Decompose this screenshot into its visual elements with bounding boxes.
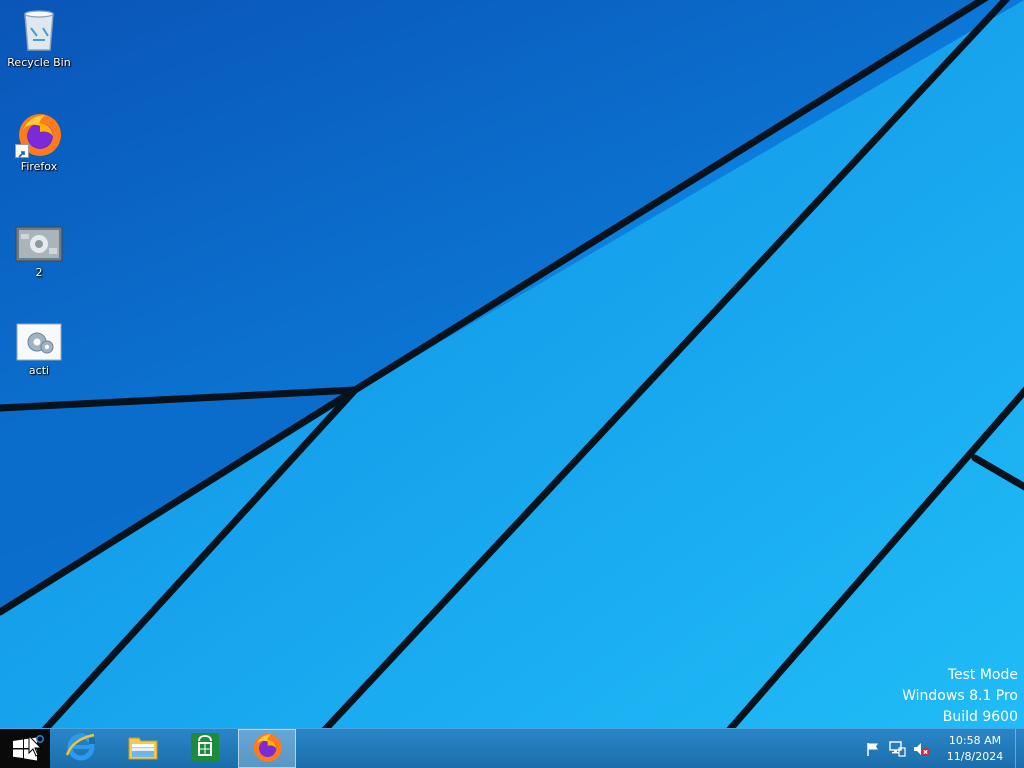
clock[interactable]: 10:58 AM 11/8/2024: [939, 733, 1011, 765]
taskbar-firefox[interactable]: [238, 729, 296, 768]
desktop[interactable]: Recycle Bin Firefox 2 acti Test Mode Win…: [0, 0, 1024, 728]
watermark-build: Build 9600: [942, 709, 1018, 725]
clock-date: 11/8/2024: [946, 749, 1004, 763]
wallpaper: [0, 0, 1024, 728]
taskbar-file-explorer[interactable]: [114, 729, 172, 768]
clock-time: 10:58 AM: [948, 733, 1002, 747]
show-desktop-button[interactable]: [1015, 729, 1024, 768]
firefox-icon: [15, 110, 63, 158]
desktop-icon-acti[interactable]: acti: [0, 322, 78, 377]
settings-file-icon: [15, 322, 63, 362]
network-icon[interactable]: [887, 739, 907, 759]
firefox-icon: [251, 731, 283, 767]
system-tray: 10:58 AM 11/8/2024: [861, 729, 1024, 768]
file-explorer-icon: [127, 732, 159, 766]
shortcut-arrow-icon: [15, 144, 29, 158]
watermark-test-mode: Test Mode: [947, 667, 1018, 683]
mouse-cursor-icon: [28, 734, 44, 763]
desktop-icon-recycle-bin[interactable]: Recycle Bin: [0, 6, 78, 69]
recycle-bin-icon: [15, 6, 63, 54]
desktop-icon-label: 2: [35, 266, 43, 279]
volume-muted-icon[interactable]: [911, 739, 931, 759]
desktop-icon-2[interactable]: 2: [0, 222, 78, 279]
store-icon: [190, 732, 220, 766]
image-file-icon: [15, 226, 63, 264]
desktop-icon-label: acti: [28, 364, 50, 377]
action-center-flag-icon[interactable]: [863, 739, 883, 759]
watermark-edition: Windows 8.1 Pro: [902, 688, 1018, 704]
internet-explorer-icon: [65, 731, 97, 767]
windows-watermark: Test Mode Windows 8.1 Pro Build 9600: [902, 665, 1018, 728]
start-button[interactable]: [0, 729, 50, 768]
taskbar-internet-explorer[interactable]: [52, 729, 110, 768]
desktop-icon-label: Recycle Bin: [7, 56, 71, 69]
desktop-icon-label: Firefox: [20, 160, 58, 173]
taskbar[interactable]: 10:58 AM 11/8/2024: [0, 728, 1024, 768]
taskbar-store[interactable]: [176, 729, 234, 768]
desktop-icon-firefox[interactable]: Firefox: [0, 110, 78, 173]
